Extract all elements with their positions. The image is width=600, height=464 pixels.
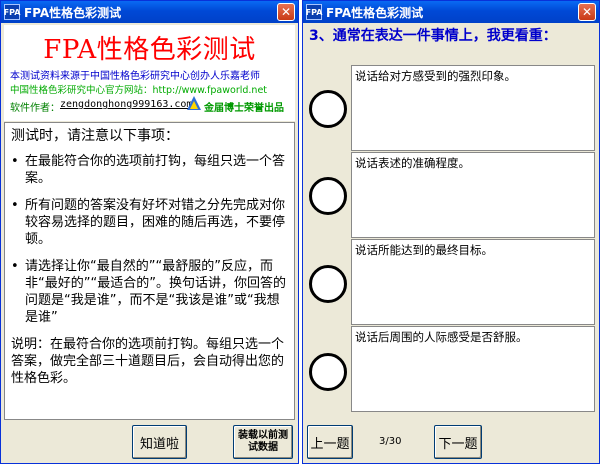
info-window: FPA FPA性格色彩测试 ✕ FPA性格色彩测试 本测试资料来源于中国性格色彩… [0,0,299,464]
bullet: • [11,154,19,169]
author-email-link[interactable]: zengdonghong999163.com [60,99,192,110]
brand-text: 金届博士荣誉出品 [204,103,284,114]
website-text: 中国性格色彩研究中心官方网站：http://www.fpaworld.net [10,85,268,96]
app-icon: FPA [4,4,20,20]
title-bar[interactable]: FPA FPA性格色彩测试 ✕ [1,1,298,23]
answer-option-3[interactable]: 说话所能达到的最终目标。 [351,239,595,325]
bullet: • [11,259,19,274]
close-button[interactable]: ✕ [578,3,596,21]
app-icon: FPA [306,4,322,20]
answer-option-4[interactable]: 说话后周围的人际感受是否舒服。 [351,326,595,412]
answer-radio-1[interactable] [309,90,347,128]
window-title: FPA性格色彩测试 [326,5,424,20]
header-banner: FPA性格色彩测试 本测试资料来源于中国性格色彩研究中心创办人乐嘉老师 中国性格… [4,25,295,121]
instruction-text: 请选择让你“最自然的”“最舒服的”反应，而非“最好的”“最适合的”。换句话讲，你… [25,259,286,325]
bullet: • [11,198,19,213]
answer-radio-2[interactable] [309,177,347,215]
instruction-text: 在最能符合你的选项前打钩，每组只选一个答案。 [25,154,286,186]
instructions-panel: 测试时，请注意以下事项： • 在最能符合你的选项前打钩，每组只选一个答案。 • … [4,122,295,420]
next-question-button[interactable]: 下一题 [434,425,482,459]
title-bar[interactable]: FPA FPA性格色彩测试 ✕ [303,1,599,23]
instruction-item: • 请选择让你“最自然的”“最舒服的”反应，而非“最好的”“最适合的”。换句话讲… [11,258,288,326]
source-text: 本测试资料来源于中国性格色彩研究中心创办人乐嘉老师 [10,71,260,82]
previous-question-button[interactable]: 上一题 [307,425,353,459]
question-window: FPA FPA性格色彩测试 ✕ 3、通常在表达一件事情上，我更看重： 说话给对方… [302,0,600,464]
instruction-item: • 所有问题的答案没有好坏对错之分先完成对你较容易选择的题目，困难的随后再选，不… [11,197,288,248]
question-progress: 3/30 [379,436,402,447]
instructions-footer: 说明：在最符合你的选项前打钩。每组只选一个答案，做完全部三十道题目后，会自动得出… [11,337,285,386]
author-label: 软件作者： [10,103,60,114]
answer-radio-3[interactable] [309,265,347,303]
instruction-item: • 在最能符合你的选项前打钩，每组只选一个答案。 [11,153,288,187]
instruction-text: 所有问题的答案没有好坏对错之分先完成对你较容易选择的题目，困难的随后再选，不要停… [25,198,286,247]
app-title: FPA性格色彩测试 [43,35,256,65]
load-previous-data-button[interactable]: 装载以前测试数据 [233,425,293,459]
window-title: FPA性格色彩测试 [24,5,122,20]
answer-radio-4[interactable] [309,353,347,391]
instructions-title: 测试时，请注意以下事项： [11,128,179,144]
question-text: 3、通常在表达一件事情上，我更看重： [309,28,557,44]
triangle-logo-icon [187,96,201,110]
close-button[interactable]: ✕ [277,3,295,21]
answer-option-1[interactable]: 说话给对方感受到的强烈印象。 [351,65,595,151]
got-it-button[interactable]: 知道啦 [132,425,187,459]
answer-option-2[interactable]: 说话表述的准确程度。 [351,152,595,238]
